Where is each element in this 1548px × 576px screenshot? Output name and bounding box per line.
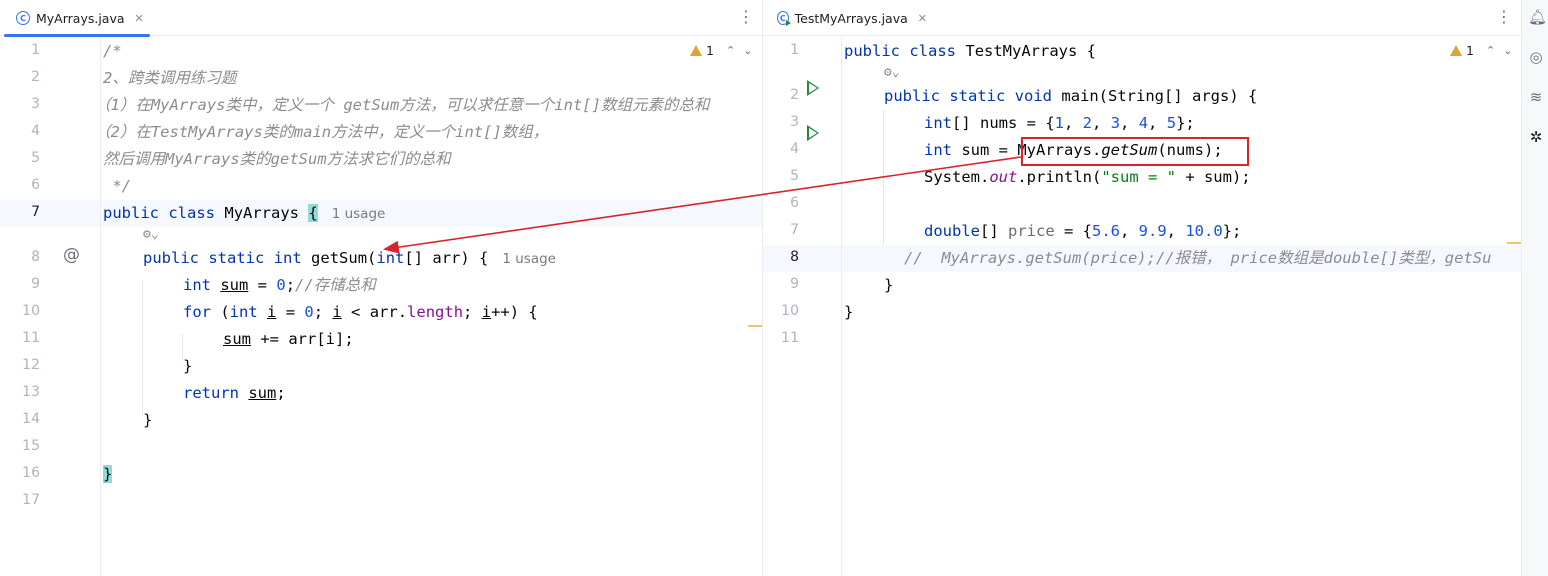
annotation-arrow (382, 156, 1022, 254)
